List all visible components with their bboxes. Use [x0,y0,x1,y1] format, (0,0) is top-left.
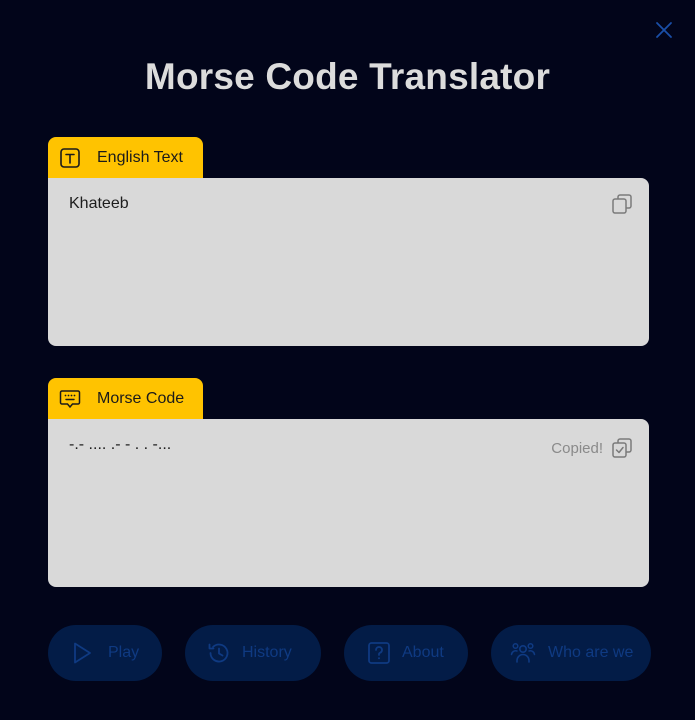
who-are-we-button-label: Who are we [548,644,634,661]
history-icon [206,640,232,666]
english-text-tab: English Text [48,137,203,179]
copy-english-button[interactable] [611,193,633,215]
morse-code-output[interactable]: -.- .... .- - . . -... Copied! [48,419,649,587]
keyboard-message-icon [59,388,81,410]
about-button[interactable]: About [344,625,468,681]
english-text-input[interactable]: Khateeb [48,178,649,346]
morse-code-tab-label: Morse Code [97,390,185,407]
who-are-we-button[interactable]: Who are we [491,625,651,681]
history-button[interactable]: History [185,625,321,681]
about-button-label: About [402,644,444,661]
copied-status: Copied! [551,440,603,457]
play-button[interactable]: Play [48,625,162,681]
copy-morse-button[interactable] [611,437,633,459]
close-icon [656,22,672,38]
text-icon [59,147,81,169]
close-button[interactable] [652,18,676,42]
copy-icon [612,194,632,214]
morse-code-tab: Morse Code [48,378,203,420]
play-button-label: Play [108,644,140,661]
morse-code-value[interactable]: -.- .... .- - . . -... [69,436,171,454]
english-text-tab-label: English Text [97,149,183,166]
users-icon [510,640,536,666]
english-text-value[interactable]: Khateeb [69,195,129,213]
copy-check-icon [612,438,632,458]
page-title: Morse Code Translator [144,56,551,97]
question-icon [366,640,392,666]
play-icon [69,640,95,666]
history-button-label: History [242,644,292,661]
